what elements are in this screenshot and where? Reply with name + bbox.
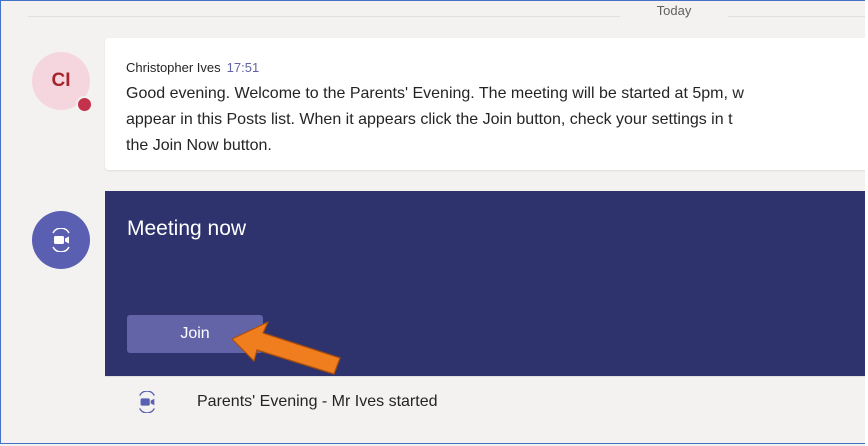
video-camera-icon (52, 228, 70, 252)
message-line: the Join Now button. (126, 137, 272, 154)
arrow-pointer-icon (231, 321, 341, 375)
message-post: Christopher Ives 17:51 Good evening. Welc… (105, 38, 868, 170)
message-body: Good evening. Welcome to the Parents' Ev… (126, 81, 868, 165)
meeting-footer[interactable]: Parents' Evening - Mr Ives started (105, 376, 868, 425)
message-line: Good evening. Welcome to the Parents' Ev… (126, 85, 744, 102)
date-separator: Today (656, 3, 692, 18)
meeting-avatar (32, 211, 90, 269)
meeting-started-text: Parents' Evening - Mr Ives started (197, 393, 438, 410)
avatar-initials: CI (51, 70, 71, 91)
date-divider-left (28, 16, 620, 17)
busy-presence-icon (76, 96, 93, 113)
video-camera-icon (135, 390, 159, 418)
meeting-title: Meeting now (127, 217, 247, 240)
date-divider-right (728, 16, 868, 17)
message-header: Christopher Ives 17:51 (126, 60, 259, 76)
message-line: appear in this Posts list. When it appea… (126, 111, 733, 128)
meeting-card: Meeting now Join (105, 191, 868, 376)
message-author[interactable]: Christopher Ives (126, 60, 221, 75)
message-timestamp: 17:51 (226, 60, 260, 75)
